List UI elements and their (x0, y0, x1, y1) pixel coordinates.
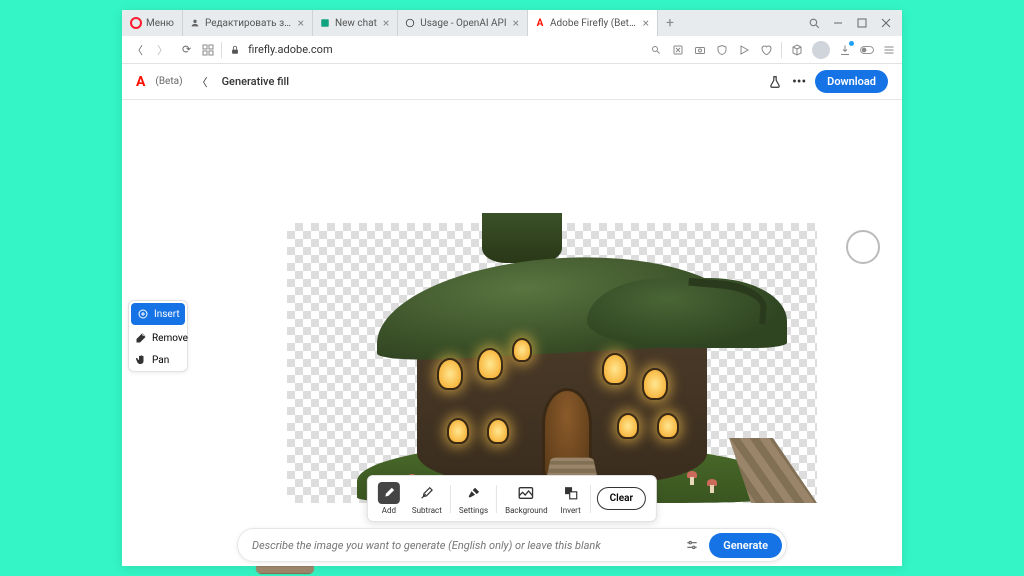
clear-button[interactable]: Clear (597, 487, 647, 510)
url-bar: 〈 〉 ⟳ firefly.adobe.com/generate/inpaint (122, 36, 902, 64)
select-background[interactable]: Background (499, 480, 554, 517)
find-icon[interactable] (649, 43, 663, 57)
generate-button[interactable]: Generate (709, 533, 782, 558)
back-button[interactable]: 〈 (128, 42, 147, 58)
more-icon[interactable] (882, 43, 896, 57)
note-icon[interactable] (671, 43, 685, 57)
brush-add[interactable]: Add (372, 480, 406, 517)
camera-icon[interactable] (693, 43, 707, 57)
heart-icon[interactable] (759, 43, 773, 57)
app-header: A (Beta) 〈 Generative fill ••• Download (122, 64, 902, 100)
mode-insert[interactable]: Insert (131, 303, 185, 325)
prompt-settings-icon[interactable] (683, 536, 701, 554)
mode-label: Insert (154, 309, 180, 320)
new-tab-button[interactable]: + (658, 10, 682, 36)
tab-new-chat[interactable]: New chat × (313, 10, 398, 36)
minimize-button[interactable] (826, 10, 850, 36)
adobe-logo: A (136, 74, 145, 90)
lock-icon[interactable] (228, 43, 242, 57)
select-invert[interactable]: Invert (554, 480, 588, 517)
browser-window: Меню Редактировать запись ‹М... × New ch… (122, 10, 902, 566)
beta-label: (Beta) (155, 76, 182, 87)
remove-icon (135, 332, 147, 344)
brush-subtract-icon (416, 482, 438, 504)
cube-icon[interactable] (790, 43, 804, 57)
url-text[interactable]: firefly.adobe.com/generate/inpaint (248, 43, 643, 56)
page-title: Generative fill (222, 75, 290, 88)
brush-toolbar: Add Subtract Settings Background Invert … (367, 475, 657, 522)
menu-label: Меню (146, 18, 174, 29)
brush-label: Background (505, 506, 548, 515)
brush-label: Invert (561, 506, 581, 515)
tab-firefly[interactable]: A Adobe Firefly (Beta) × (528, 10, 658, 36)
pan-icon (135, 354, 147, 366)
beaker-icon[interactable] (767, 74, 783, 90)
canvas[interactable] (287, 223, 817, 503)
search-icon[interactable] (802, 10, 826, 36)
close-window-button[interactable] (874, 10, 898, 36)
mode-label: Remove (152, 333, 188, 344)
background-icon (515, 482, 537, 504)
brush-label: Subtract (412, 506, 442, 515)
more-options-icon[interactable]: ••• (791, 74, 807, 90)
tab-title: Usage - OpenAI API (420, 18, 506, 29)
close-icon[interactable]: × (641, 16, 651, 30)
adobe-icon: A (534, 17, 546, 29)
close-icon[interactable]: × (381, 16, 391, 30)
downloads-icon[interactable] (838, 43, 852, 57)
toggle-icon[interactable] (860, 43, 874, 57)
work-area: Insert Remove Pan (122, 100, 902, 566)
mode-remove[interactable]: Remove (129, 327, 187, 349)
tab-title: Редактировать запись ‹М... (205, 18, 292, 29)
tab-bar: Меню Редактировать запись ‹М... × New ch… (122, 10, 902, 36)
mode-pan[interactable]: Pan (129, 349, 187, 371)
download-button[interactable]: Download (815, 70, 888, 93)
mode-toolbar: Insert Remove Pan (128, 300, 188, 372)
tab-title: Adobe Firefly (Beta) (550, 18, 637, 29)
insert-icon (137, 308, 149, 320)
opera-icon (130, 17, 142, 29)
maximize-button[interactable] (850, 10, 874, 36)
generated-image (287, 223, 817, 503)
back-chevron[interactable]: 〈 (193, 74, 212, 90)
brush-add-icon (378, 482, 400, 504)
brush-label: Settings (459, 506, 488, 515)
tab-openai-usage[interactable]: Usage - OpenAI API × (398, 10, 528, 36)
reload-button[interactable]: ⟳ (178, 43, 195, 56)
tab-title: New chat (335, 18, 377, 29)
brush-settings[interactable]: Settings (453, 480, 494, 517)
prompt-input[interactable] (252, 539, 675, 552)
brush-label: Add (382, 506, 396, 515)
brush-settings-icon (462, 482, 484, 504)
play-icon[interactable] (737, 43, 751, 57)
shield-icon[interactable] (715, 43, 729, 57)
close-icon[interactable]: × (296, 16, 306, 30)
chat-icon (319, 17, 331, 29)
prompt-bar: Generate (237, 528, 787, 562)
apps-icon[interactable] (201, 43, 215, 57)
tab-edit-post[interactable]: Редактировать запись ‹М... × (183, 10, 313, 36)
mode-label: Pan (152, 355, 169, 366)
forward-button[interactable]: 〉 (153, 42, 172, 58)
browser-menu-button[interactable]: Меню (122, 10, 183, 36)
openai-icon (404, 17, 416, 29)
person-icon (189, 17, 201, 29)
brush-subtract[interactable]: Subtract (406, 480, 448, 517)
invert-icon (560, 482, 582, 504)
avatar[interactable] (812, 41, 830, 59)
close-icon[interactable]: × (511, 16, 521, 30)
